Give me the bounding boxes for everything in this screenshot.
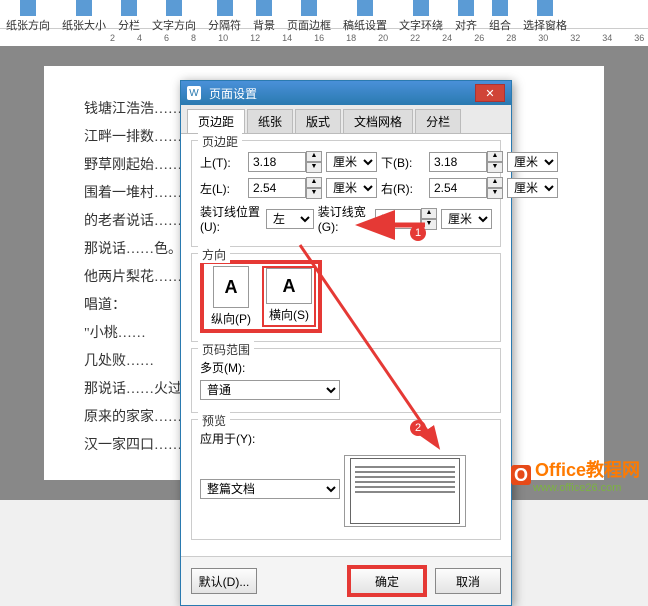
landscape-label: 横向(S)	[269, 306, 309, 323]
right-label: 右(R):	[381, 180, 425, 197]
bg-icon	[256, 0, 272, 16]
tab-paper[interactable]: 纸张	[247, 109, 293, 133]
landscape-option[interactable]: A 横向(S)	[262, 266, 316, 327]
ribbon-item[interactable]: 分隔符	[206, 0, 243, 33]
ribbon: 纸张方向 纸张大小 分栏 文字方向 分隔符 背景 页面边框 稿纸设置 文字环绕 …	[0, 0, 648, 29]
multipage-label: 多页(M):	[200, 359, 245, 376]
ribbon-item[interactable]: 文字环绕	[397, 0, 445, 33]
portrait-icon: A	[213, 266, 249, 308]
cancel-button[interactable]: 取消	[435, 568, 501, 594]
border-icon	[301, 0, 317, 16]
dialog-tabs: 页边距 纸张 版式 文档网格 分栏	[181, 105, 511, 133]
gutter-pos-select[interactable]: 左	[266, 209, 314, 229]
ribbon-item[interactable]: 选择窗格	[521, 0, 569, 33]
dialog-titlebar[interactable]: W 页面设置 ✕	[181, 81, 511, 105]
default-button[interactable]: 默认(D)...	[191, 568, 257, 594]
portrait-label: 纵向(P)	[211, 310, 251, 327]
columns-icon	[121, 0, 137, 16]
ribbon-item[interactable]: 页面边框	[285, 0, 333, 33]
orientation-highlight: A 纵向(P) A 横向(S)	[200, 260, 322, 333]
page-setup-dialog: W 页面设置 ✕ 页边距 纸张 版式 文档网格 分栏 页边距 上(T): ▲▼ …	[180, 80, 512, 606]
preview-page-icon	[350, 458, 460, 524]
annotation-badge-2: 2	[410, 420, 426, 436]
gutter-pos-label: 装订线位置(U):	[200, 203, 262, 234]
dialog-title: 页面设置	[209, 85, 257, 102]
watermark-url: www.office26.com	[533, 482, 640, 494]
left-unit[interactable]: 厘米	[326, 178, 377, 198]
ribbon-item[interactable]: 文字方向	[150, 0, 198, 33]
page-orient-icon	[20, 0, 36, 16]
ribbon-item[interactable]: 纸张大小	[60, 0, 108, 33]
ribbon-item[interactable]: 纸张方向	[4, 0, 52, 33]
tab-columns[interactable]: 分栏	[415, 109, 461, 133]
orientation-group: 方向 A 纵向(P) A 横向(S)	[191, 253, 501, 342]
gutter-width-unit[interactable]: 厘米	[441, 209, 492, 229]
select-pane-icon	[537, 0, 553, 16]
align-icon	[458, 0, 474, 16]
tab-margins[interactable]: 页边距	[187, 109, 245, 133]
right-input[interactable]	[429, 178, 487, 198]
group-legend: 页边距	[198, 133, 242, 150]
close-button[interactable]: ✕	[475, 84, 505, 102]
left-label: 左(L):	[200, 180, 244, 197]
tab-grid[interactable]: 文档网格	[343, 109, 413, 133]
apply-to-select[interactable]: 整篇文档	[200, 479, 340, 499]
bottom-unit[interactable]: 厘米	[507, 152, 558, 172]
group-legend: 预览	[198, 412, 230, 429]
ribbon-item[interactable]: 稿纸设置	[341, 0, 389, 33]
ribbon-item[interactable]: 对齐	[453, 0, 479, 33]
wrap-icon	[413, 0, 429, 16]
top-label: 上(T):	[200, 154, 244, 171]
text-dir-icon	[166, 0, 182, 16]
left-input[interactable]	[248, 178, 306, 198]
ribbon-item[interactable]: 背景	[251, 0, 277, 33]
ribbon-item[interactable]: 分栏	[116, 0, 142, 33]
gutter-width-label: 装订线宽(G):	[318, 203, 371, 234]
landscape-icon: A	[266, 268, 312, 304]
right-unit[interactable]: 厘米	[507, 178, 558, 198]
multipage-group: 页码范围 多页(M): 普通	[191, 348, 501, 413]
spin-buttons[interactable]: ▲▼	[487, 151, 503, 173]
group-icon	[492, 0, 508, 16]
group-legend: 页码范围	[198, 341, 254, 358]
group-legend: 方向	[198, 246, 230, 263]
breaks-icon	[217, 0, 233, 16]
apply-to-label: 应用于(Y):	[200, 430, 255, 447]
ribbon-item[interactable]: 组合	[487, 0, 513, 33]
tab-layout[interactable]: 版式	[295, 109, 341, 133]
bottom-input[interactable]	[429, 152, 487, 172]
margins-group: 页边距 上(T): ▲▼ 厘米 下(B): ▲▼ 厘米 左(L): ▲▼ 厘米 …	[191, 140, 501, 247]
multipage-select[interactable]: 普通	[200, 380, 340, 400]
preview-group: 预览 应用于(Y): 整篇文档	[191, 419, 501, 540]
preview-box	[344, 455, 466, 527]
spin-buttons[interactable]: ▲▼	[306, 151, 322, 173]
spin-buttons[interactable]: ▲▼	[306, 177, 322, 199]
top-input[interactable]	[248, 152, 306, 172]
spin-buttons[interactable]: ▲▼	[487, 177, 503, 199]
ok-button[interactable]: 确定	[347, 565, 427, 597]
watermark: O Office教程网 www.office26.com	[511, 456, 640, 494]
annotation-badge-1: 1	[410, 225, 426, 241]
top-unit[interactable]: 厘米	[326, 152, 377, 172]
page-size-icon	[76, 0, 92, 16]
office-logo-icon: O	[511, 465, 531, 485]
dialog-footer: 默认(D)... 确定 取消	[181, 556, 511, 605]
portrait-option[interactable]: A 纵向(P)	[206, 266, 256, 327]
app-icon: W	[187, 86, 201, 100]
watermark-brand: Office教程网	[535, 456, 640, 482]
bottom-label: 下(B):	[381, 154, 425, 171]
grid-icon	[357, 0, 373, 16]
